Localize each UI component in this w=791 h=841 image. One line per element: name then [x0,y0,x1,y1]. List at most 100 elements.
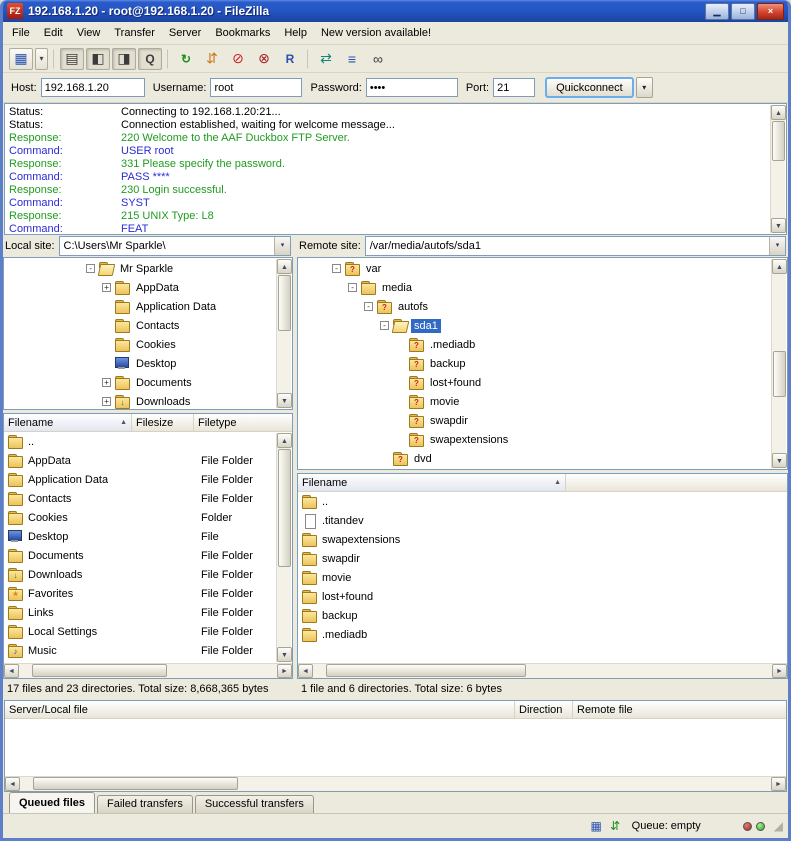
tree-item[interactable]: movie [300,392,770,411]
local-site-combo[interactable]: C:\Users\Mr Sparkle\ ▾ [59,236,291,256]
file-row[interactable]: backup [298,606,787,625]
find-files-button[interactable]: ∞ [366,48,390,70]
file-row[interactable]: .titandev [298,511,787,530]
scroll-right-icon[interactable]: ► [277,664,292,678]
bookmarks-menu[interactable]: Bookmarks [208,24,277,42]
network-configuration-icon[interactable]: ▦ [587,819,606,833]
queue-hscrollbar[interactable]: ◄ ► [5,776,786,791]
directory-comparison-button[interactable]: ≡ [340,48,364,70]
tree-item[interactable]: Contacts [6,316,275,335]
password-input[interactable] [366,78,458,97]
remote-list-hscrollbar[interactable]: ◄ ► [298,663,787,678]
local-list-scrollbar[interactable]: ▲ ▼ [276,433,291,662]
tree-expander[interactable]: - [380,321,389,330]
file-menu[interactable]: File [5,24,37,42]
file-row[interactable]: Favorites File Folder [4,584,275,603]
dropdown-icon[interactable]: ▾ [274,237,290,255]
port-input[interactable] [493,78,535,97]
remote-site-combo[interactable]: /var/media/autofs/sda1 ▾ [365,236,786,256]
column-header-filename[interactable]: Filename ▲ [4,414,132,431]
tree-item[interactable]: - media [300,278,770,297]
file-row[interactable]: AppData File Folder [4,451,275,470]
tree-item[interactable]: - Mr Sparkle [6,259,275,278]
file-row[interactable]: Music File Folder [4,641,275,660]
tree-item[interactable]: - autofs [300,297,770,316]
speed-limits-icon[interactable]: ⇵ [606,819,625,833]
scroll-right-icon[interactable]: ► [772,664,787,678]
tree-item[interactable]: - var [300,259,770,278]
tree-item[interactable]: + Downloads [6,392,275,410]
column-header-filesize[interactable]: Filesize [132,414,194,431]
local-tree-toggle[interactable]: ◧ [86,48,110,70]
file-row[interactable]: Documents File Folder [4,546,275,565]
scroll-right-icon[interactable]: ► [771,777,786,791]
file-row[interactable]: .mediadb [298,625,787,644]
refresh-button[interactable]: ↻ [174,48,198,70]
message-log-toggle[interactable]: ▤ [60,48,84,70]
tree-item[interactable]: Application Data [6,297,275,316]
tree-item[interactable]: swapextensions [300,430,770,449]
tree-item[interactable]: dvd [300,449,770,468]
scroll-down-icon[interactable]: ▼ [772,453,787,468]
tree-expander[interactable]: + [102,397,111,406]
scroll-thumb[interactable] [326,664,526,677]
file-row[interactable]: Cookies Folder [4,508,275,527]
titlebar[interactable]: FZ 192.168.1.20 - root@192.168.1.20 - Fi… [3,0,788,22]
file-row[interactable]: Local Settings File Folder [4,622,275,641]
transfer-menu[interactable]: Transfer [107,24,162,42]
scroll-thumb[interactable] [773,351,786,397]
scroll-left-icon[interactable]: ◄ [298,664,313,678]
toolbar-separator[interactable] [53,49,55,69]
file-row[interactable]: .. [298,492,787,511]
tree-item[interactable]: Desktop [6,354,275,373]
local-list-hscrollbar[interactable]: ◄ ► [4,663,292,678]
file-row[interactable]: Desktop File [4,527,275,546]
file-row[interactable]: swapextensions [298,530,787,549]
tree-expander[interactable]: - [86,264,95,273]
edit-menu[interactable]: Edit [37,24,70,42]
tree-expander[interactable]: - [364,302,373,311]
column-header-filetype[interactable]: Filetype [194,414,292,431]
quickconnect-button[interactable]: Quickconnect [545,77,634,98]
file-row[interactable]: Contacts File Folder [4,489,275,508]
server-menu[interactable]: Server [162,24,208,42]
synchronized-browsing-button[interactable]: ⇄ [314,48,338,70]
local-tree-scrollbar[interactable]: ▲ ▼ [276,259,291,408]
tree-item[interactable]: .mediadb [300,335,770,354]
file-row[interactable]: lost+found [298,587,787,606]
username-input[interactable] [210,78,302,97]
tree-expander[interactable]: + [102,378,111,387]
maximize-button[interactable]: □ [731,3,755,20]
close-button[interactable]: × [757,3,784,20]
queue-toggle[interactable]: Q [138,48,162,70]
file-row[interactable]: Application Data File Folder [4,470,275,489]
scroll-down-icon[interactable]: ▼ [277,393,292,408]
tree-item[interactable]: swapdir [300,411,770,430]
remote-tree-scrollbar[interactable]: ▲ ▼ [771,259,786,468]
tree-item[interactable]: Cookies [6,335,275,354]
tab-queued-files[interactable]: Queued files [9,792,95,813]
tree-item[interactable]: + Documents [6,373,275,392]
tree-item[interactable]: lost+found [300,373,770,392]
tree-item[interactable]: backup [300,354,770,373]
host-input[interactable] [41,78,145,97]
column-header-remote-file[interactable]: Remote file [573,701,786,718]
log-scrollbar[interactable]: ▲ ▼ [770,105,785,233]
tree-item[interactable]: + AppData [6,278,275,297]
scroll-down-icon[interactable]: ▼ [277,647,292,662]
scroll-up-icon[interactable]: ▲ [277,259,292,274]
column-header-filename[interactable]: Filename ▲ [298,474,566,491]
tree-expander[interactable]: - [332,264,341,273]
scroll-thumb[interactable] [33,777,238,790]
site-manager-dropdown-icon[interactable]: ▾ [35,48,48,70]
tree-expander[interactable]: + [102,283,111,292]
scroll-left-icon[interactable]: ◄ [4,664,19,678]
scroll-up-icon[interactable]: ▲ [771,105,786,120]
scroll-up-icon[interactable]: ▲ [772,259,787,274]
site-manager-button[interactable]: ▦ [9,48,33,70]
file-row[interactable]: Downloads File Folder [4,565,275,584]
remote-tree-toggle[interactable]: ◨ [112,48,136,70]
minimize-button[interactable]: ▁ [705,3,729,20]
disconnect-button[interactable]: ⊗ [252,48,276,70]
file-row[interactable]: swapdir [298,549,787,568]
